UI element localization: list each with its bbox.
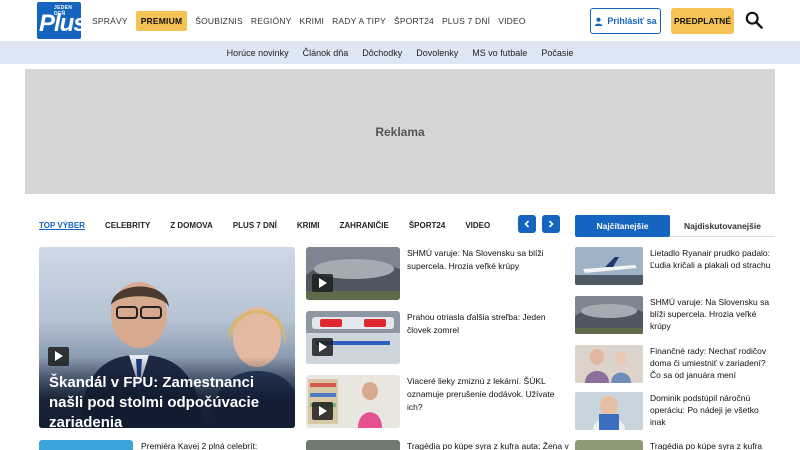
search-icon[interactable]: [745, 11, 763, 29]
subscribe-label: PREDPLATNÉ: [674, 16, 731, 26]
hero-title[interactable]: Škandál v FPU: Zamestnanci našli pod sto…: [49, 373, 289, 428]
nav-item-sport24[interactable]: ŠPORT24: [394, 16, 434, 26]
article-item[interactable]: SHMÚ varuje: Na Slovensku sa blíži super…: [306, 247, 561, 303]
article-thumbnail[interactable]: [39, 440, 133, 450]
tab-celebrity[interactable]: CELEBRITY: [105, 221, 150, 230]
nav-item-krimi[interactable]: KRIMI: [299, 16, 324, 26]
carousel-prev-button[interactable]: [518, 215, 536, 233]
tab-most-read[interactable]: Najčítanejšie: [575, 215, 670, 237]
ad-label: Reklama: [375, 124, 425, 139]
subnav-item[interactable]: Počasie: [541, 48, 573, 58]
most-read-item[interactable]: Dominik podstúpil náročnú operáciu: Po n…: [575, 392, 775, 432]
tab-z-domova[interactable]: Z DOMOVA: [170, 221, 213, 230]
main-nav: SPRÁVY PREMIUM ŠOUBIZNIS REGIÓNY KRIMI R…: [92, 10, 534, 31]
article-thumbnail: [575, 296, 643, 334]
article-title[interactable]: Finančné rady: Nechať rodičov doma či um…: [650, 345, 775, 381]
article-title[interactable]: Viaceré lieky zmiznú z lekární. ŠÚKL ozn…: [407, 375, 562, 414]
play-icon[interactable]: [48, 347, 69, 366]
nav-item-plus-7-dni[interactable]: PLUS 7 DNÍ: [442, 16, 490, 26]
tab-krimi[interactable]: KRIMI: [297, 221, 320, 230]
article-thumbnail: [575, 247, 643, 285]
nav-item-soubiznis[interactable]: ŠOUBIZNIS: [195, 16, 243, 26]
login-label: Prihlásiť sa: [607, 16, 657, 26]
logo-wordmark: Plus: [39, 10, 87, 37]
most-read-item[interactable]: Finančné rady: Nechať rodičov doma či um…: [575, 345, 775, 385]
article-title[interactable]: Lietadlo Ryanair prudko padalo: Ľudia kr…: [650, 247, 775, 271]
article-thumbnail[interactable]: [575, 440, 643, 450]
nav-item-video[interactable]: VIDEO: [498, 16, 525, 26]
tab-top-vyber[interactable]: TOP VÝBER: [39, 221, 85, 230]
play-icon[interactable]: [312, 274, 333, 292]
article-thumbnail[interactable]: [306, 440, 400, 450]
article-title[interactable]: Tragédia po kúpe syra z kufra auta: Žena…: [407, 441, 569, 450]
chevron-right-icon: [548, 220, 554, 228]
subnav-item[interactable]: Horúce novinky: [227, 48, 289, 58]
play-icon[interactable]: [312, 338, 333, 356]
ad-banner[interactable]: Reklama: [25, 69, 775, 194]
tab-zahranicie[interactable]: ZAHRANIČIE: [340, 221, 389, 230]
article-thumbnail: [575, 345, 643, 383]
category-tabs: TOP VÝBER CELEBRITY Z DOMOVA PLUS 7 DNÍ …: [39, 219, 510, 231]
chevron-left-icon: [524, 220, 530, 228]
article-title[interactable]: Premiéra Kavej 2 plná celebrít:: [141, 441, 257, 450]
subnav-item[interactable]: Dovolenky: [416, 48, 458, 58]
article-title[interactable]: Dominik podstúpil náročnú operáciu: Po n…: [650, 392, 775, 428]
article-title[interactable]: Prahou otriasla ďalšia streľba: Jeden čl…: [407, 311, 562, 337]
site-header: JEDEN DEŇ Plus SPRÁVY PREMIUM ŠOUBIZNIS …: [0, 0, 800, 41]
most-read-item[interactable]: Lietadlo Ryanair prudko padalo: Ľudia kr…: [575, 247, 775, 287]
subnav-item[interactable]: Dôchodky: [362, 48, 402, 58]
nav-item-spravy[interactable]: SPRÁVY: [92, 16, 128, 26]
most-read-item[interactable]: SHMÚ varuje: Na Slovensku sa blíži super…: [575, 296, 775, 336]
nav-item-regiony[interactable]: REGIÓNY: [251, 16, 292, 26]
article-thumbnail: [575, 392, 643, 430]
nav-item-rady-a-tipy[interactable]: RADY A TIPY: [332, 16, 386, 26]
hero-article[interactable]: Škandál v FPU: Zamestnanci našli pod sto…: [39, 247, 295, 428]
article-title[interactable]: Tragédia po kúpe syra z kufra: [650, 441, 762, 450]
article-title[interactable]: SHMÚ varuje: Na Slovensku sa blíži super…: [650, 296, 775, 332]
tab-video[interactable]: VIDEO: [465, 221, 490, 230]
nav-item-premium[interactable]: PREMIUM: [135, 10, 188, 31]
tab-most-discussed[interactable]: Najdiskutovanejšie: [670, 215, 775, 237]
subnav-item[interactable]: Článok dňa: [303, 48, 349, 58]
site-logo[interactable]: JEDEN DEŇ Plus: [37, 2, 87, 39]
article-item[interactable]: Prahou otriasla ďalšia streľba: Jeden čl…: [306, 311, 561, 367]
subscribe-button[interactable]: PREDPLATNÉ: [671, 8, 734, 34]
carousel-next-button[interactable]: [542, 215, 560, 233]
article-item[interactable]: Viaceré lieky zmiznú z lekární. ŠÚKL ozn…: [306, 375, 561, 431]
subnav-item[interactable]: MS vo futbale: [472, 48, 527, 58]
login-button[interactable]: Prihlásiť sa: [590, 8, 661, 34]
topic-subnav: Horúce novinky Článok dňa Dôchodky Dovol…: [0, 41, 800, 64]
tab-sport24[interactable]: ŠPORT24: [409, 221, 445, 230]
tab-plus-7-dni[interactable]: PLUS 7 DNÍ: [233, 221, 277, 230]
article-title[interactable]: SHMÚ varuje: Na Slovensku sa blíži super…: [407, 247, 562, 273]
play-icon[interactable]: [312, 402, 333, 420]
user-icon: [595, 17, 603, 26]
